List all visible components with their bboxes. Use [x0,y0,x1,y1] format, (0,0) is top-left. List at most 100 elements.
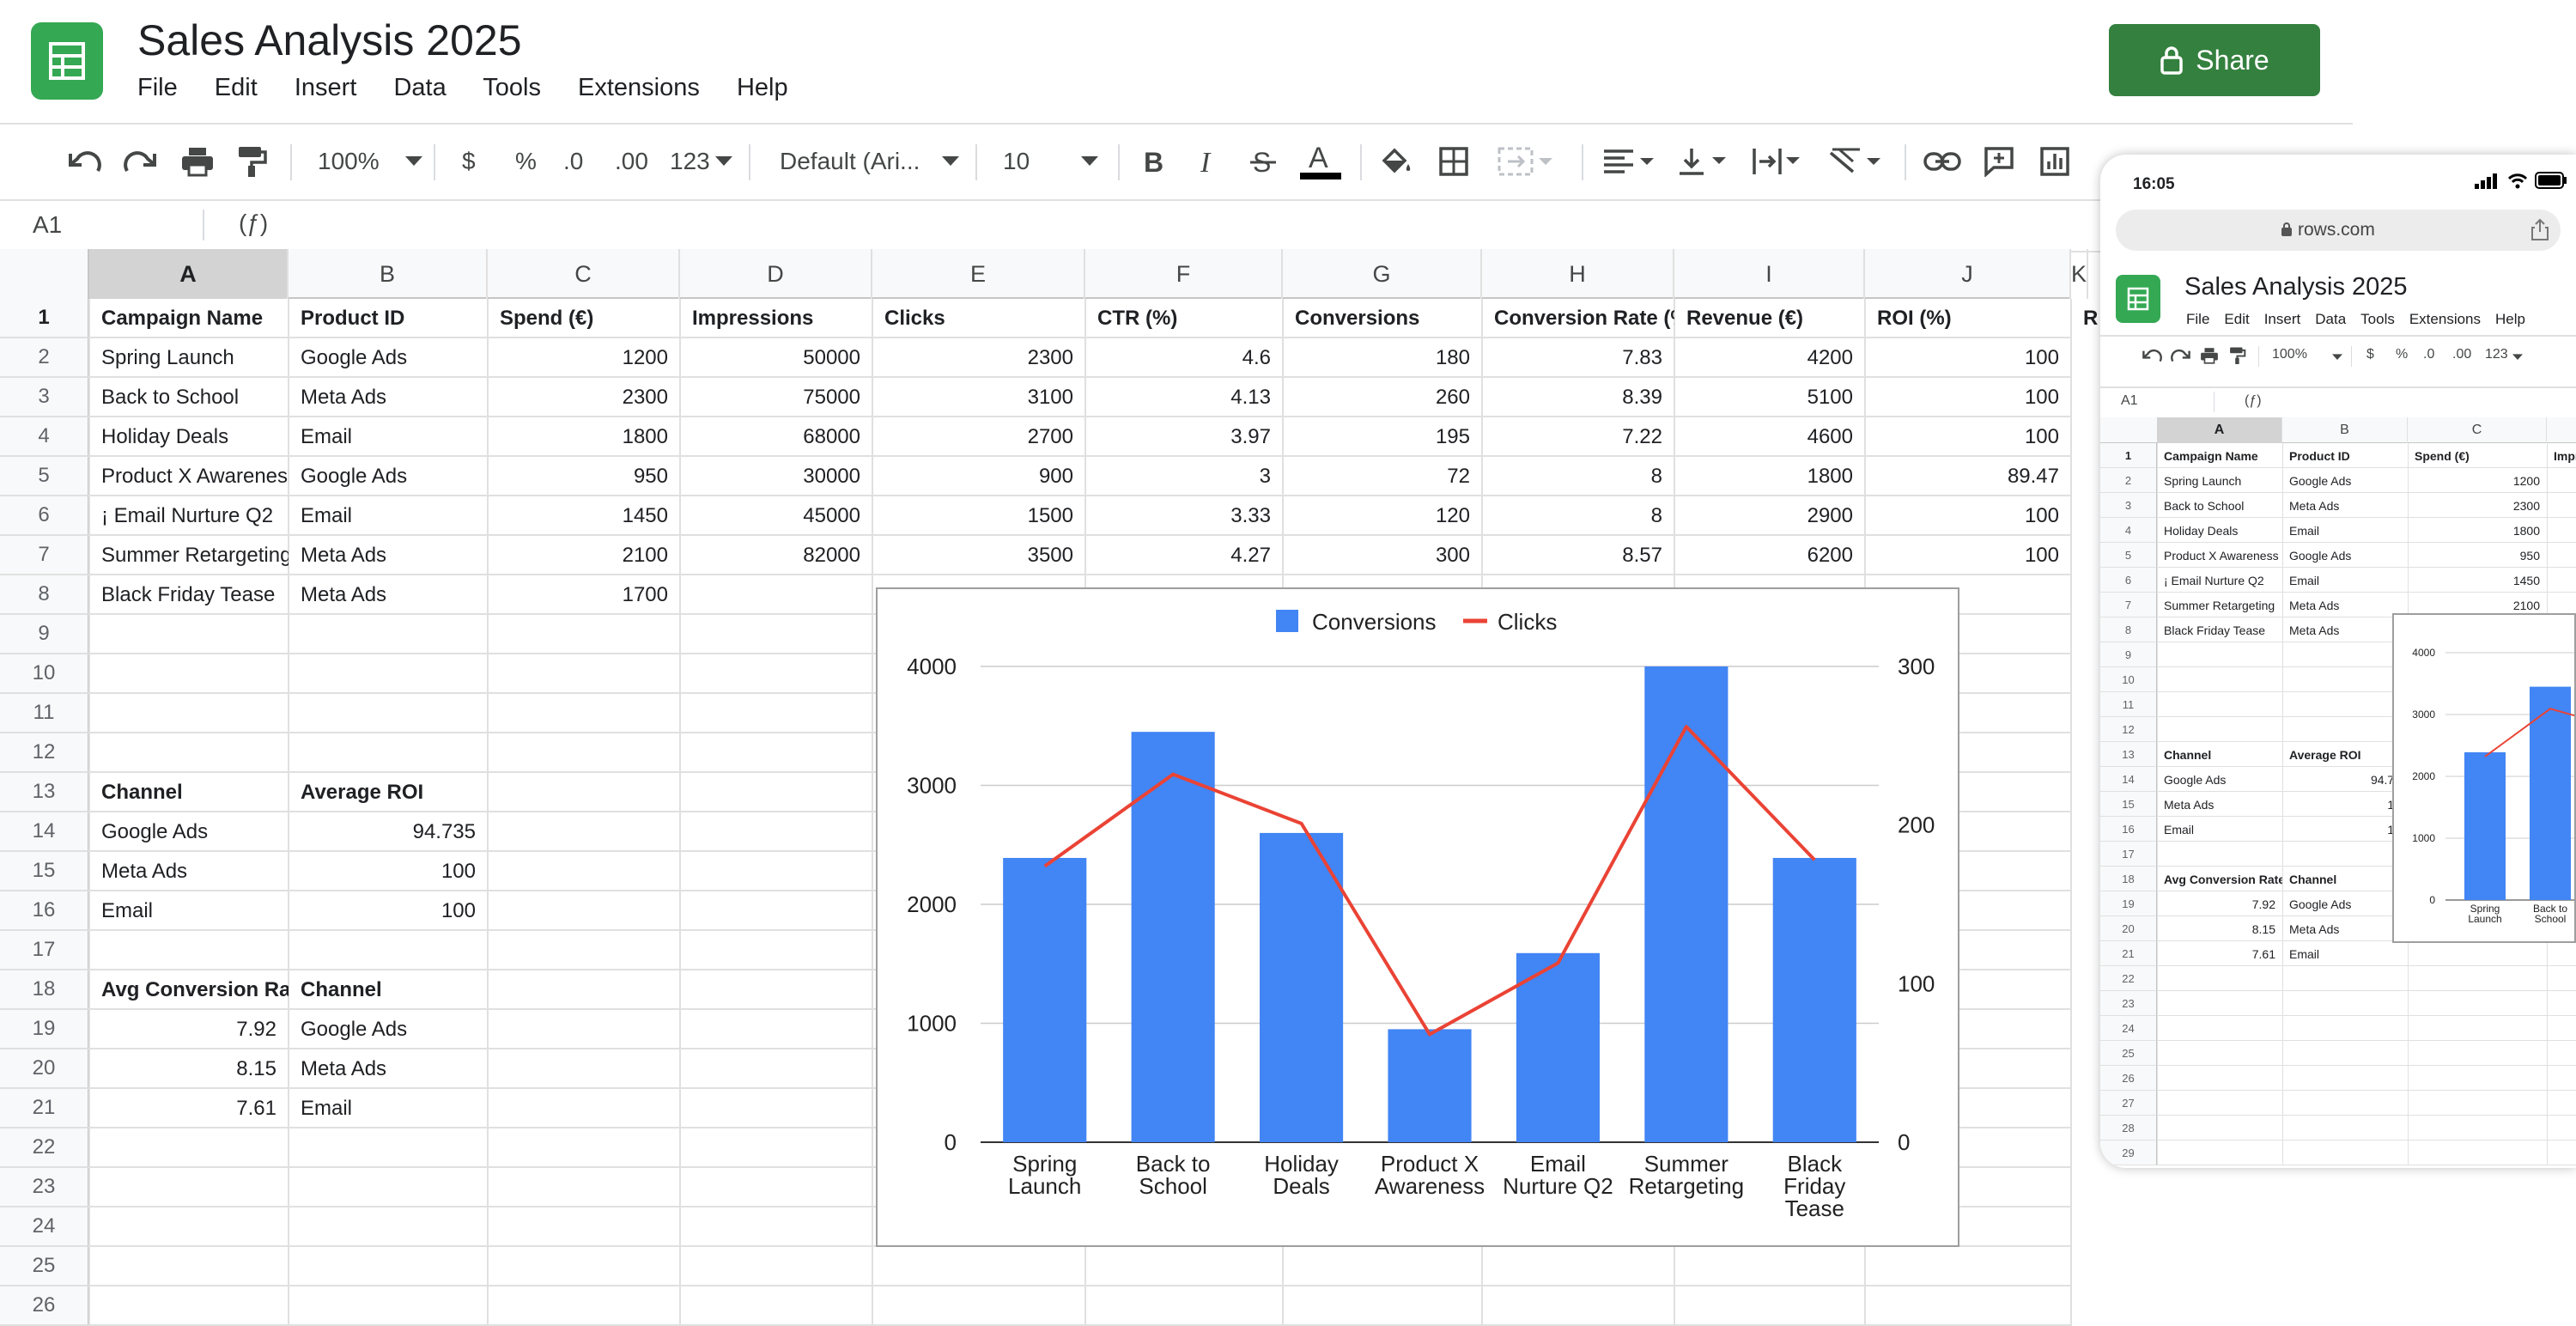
cell[interactable]: Black Friday Tease [89,575,289,615]
cell[interactable]: 8 [1482,496,1674,536]
cell[interactable]: 94.735 [289,812,488,852]
cell[interactable]: 3.33 [1085,496,1283,536]
mobile-cell[interactable]: Email [2157,817,2282,842]
address-bar[interactable]: rows.com [2116,210,2561,251]
cell[interactable]: Spend (€) [488,299,680,338]
mobile-cell[interactable]: Email [2282,518,2408,543]
vertical-align-button[interactable] [1678,129,1731,194]
cell[interactable]: Meta Ads [289,1049,488,1089]
cell[interactable]: Conversions [1283,299,1482,338]
borders-button[interactable] [1439,129,1468,194]
mobile-combo-chart[interactable]: 0 1000 2000 3000 4000 Spring Launch Back to Scho… [2392,613,2576,943]
cell[interactable]: 1800 [488,417,680,457]
row-header[interactable]: 12 [0,733,89,773]
select-all-corner[interactable] [0,249,89,299]
mobile-currency-button[interactable]: $ [2366,347,2374,362]
mobile-row-header[interactable]: 20 [2100,916,2157,941]
mobile-cell[interactable]: 7.92 [2157,891,2282,916]
menu-edit[interactable]: Edit [215,74,258,101]
cell[interactable]: Summer Retargeting [89,536,289,575]
cell[interactable]: 100 [289,891,488,931]
menu-help[interactable]: Help [737,74,788,101]
row-header[interactable]: 7 [0,536,89,575]
mobile-row-header[interactable]: 4 [2100,518,2157,543]
mobile-cell[interactable]: Meta Ads [2282,593,2408,617]
cell[interactable]: 100 [1865,536,2071,575]
paint-format-icon[interactable] [2229,346,2246,365]
cell[interactable]: Product ID [289,299,488,338]
mobile-cell[interactable]: 1450 [2408,568,2547,593]
insert-link-button[interactable] [1923,129,1961,194]
cell[interactable]: Google Ads [289,338,488,378]
print-icon[interactable] [2200,347,2219,364]
paint-format-button[interactable] [237,129,268,194]
mobile-cell[interactable]: Spring Launch [2157,468,2282,493]
row-header[interactable]: 15 [0,852,89,891]
menu-insert[interactable]: Insert [295,74,357,101]
cell[interactable]: 5100 [1674,378,1865,417]
text-wrapping-button[interactable] [1752,129,1805,194]
row-header[interactable]: 22 [0,1128,89,1168]
menu-file[interactable]: File [137,74,178,101]
cell[interactable]: 100 [1865,496,2071,536]
mobile-row-header[interactable]: 5 [2100,543,2157,568]
mobile-cell[interactable]: Average ROI [2282,742,2408,767]
cell[interactable]: Average ROI [289,773,488,812]
mobile-menu-extensions[interactable]: Extensions [2409,311,2481,327]
row-header[interactable]: 16 [0,891,89,931]
mobile-cell[interactable]: ¡ Email Nurture Q2 [2157,568,2282,593]
mobile-increase-decimal-button[interactable]: .00 [2452,347,2471,362]
cell[interactable]: 82000 [680,536,872,575]
mobile-column-header-b[interactable]: B [2282,417,2408,443]
mobile-more-formats[interactable]: 123 [2485,347,2508,362]
mobile-cell[interactable]: 2300 [2408,493,2547,518]
mobile-document-title[interactable]: Sales Analysis 2025 [2184,273,2408,301]
mobile-cell[interactable]: Channel [2157,742,2282,767]
mobile-row-header[interactable]: 23 [2100,991,2157,1016]
cell[interactable]: 900 [872,457,1085,496]
mobile-row-header[interactable]: 6 [2100,568,2157,593]
cell[interactable]: ¡ Email Nurture Q2 [89,496,289,536]
mobile-cell[interactable]: 94.73 [2282,767,2408,792]
mobile-cell[interactable]: 8.15 [2157,916,2282,941]
cell[interactable]: 3100 [872,378,1085,417]
mobile-row-header[interactable]: 25 [2100,1041,2157,1066]
cell[interactable]: 45000 [680,496,872,536]
cell[interactable]: 4.27 [1085,536,1283,575]
column-header-j[interactable]: J [1865,249,2071,299]
mobile-row-header[interactable]: 9 [2100,642,2157,667]
mobile-cell[interactable]: Google Ads [2282,891,2408,916]
mobile-cell[interactable]: Google Ads [2282,543,2408,568]
column-header-d[interactable]: D [680,249,872,299]
cell[interactable]: 50000 [680,338,872,378]
mobile-menu-insert[interactable]: Insert [2264,311,2301,327]
cell[interactable]: 3 [1085,457,1283,496]
column-header-f[interactable]: F [1085,249,1283,299]
cell[interactable]: Email [289,1089,488,1128]
cell[interactable]: 8.39 [1482,378,1674,417]
mobile-cell[interactable]: Google Ads [2157,767,2282,792]
row-header[interactable]: 19 [0,1010,89,1049]
cell[interactable]: ROI (%) [1865,299,2071,338]
row-header[interactable]: 26 [0,1286,89,1326]
cell[interactable]: 260 [1283,378,1482,417]
cell[interactable]: 1800 [1674,457,1865,496]
cell[interactable]: Spring Launch [89,338,289,378]
cell[interactable]: Avg Conversion Rate [89,970,289,1010]
currency-format-button[interactable]: $ [462,129,476,194]
cell[interactable]: Google Ads [289,1010,488,1049]
mobile-percent-button[interactable]: % [2396,347,2408,362]
cell[interactable]: Back to School [89,378,289,417]
mobile-row-header[interactable]: 17 [2100,842,2157,867]
mobile-row-header[interactable]: 13 [2100,742,2157,767]
mobile-row-header[interactable]: 14 [2100,767,2157,792]
cell[interactable]: 2700 [872,417,1085,457]
cell[interactable]: Clicks [872,299,1085,338]
cell[interactable]: 100 [289,852,488,891]
cell[interactable]: 4.6 [1085,338,1283,378]
cell[interactable]: CTR (%) [1085,299,1283,338]
cell[interactable]: Meta Ads [289,378,488,417]
cell[interactable]: 8.57 [1482,536,1674,575]
name-box[interactable]: A1 [33,211,62,239]
mobile-row-header[interactable]: 3 [2100,493,2157,518]
